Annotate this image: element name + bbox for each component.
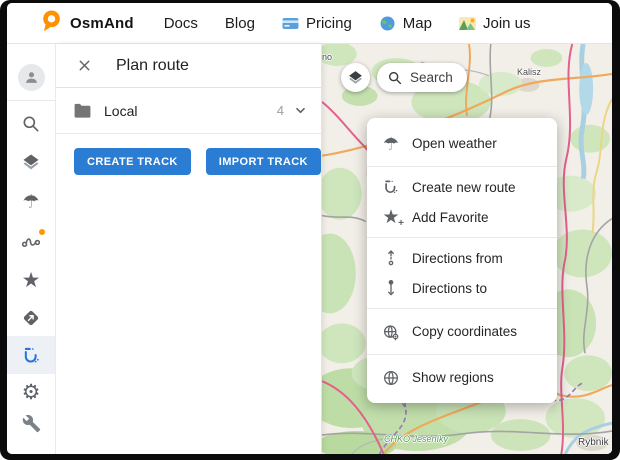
menu-item-directions-from[interactable]: Directions from [367,243,557,273]
map-area[interactable]: Kalisz no CHKO Jeseníky Rybnik Search ☂ … [322,44,612,454]
folder-name: Local [104,103,137,119]
nav-link-label: Blog [225,15,255,32]
content-area: ☂ ★ ⚙ [7,44,612,454]
sidebar-divider [7,100,55,101]
nav-link-map[interactable]: Map [379,15,432,32]
menu-item-directions-to[interactable]: Directions to [367,273,557,303]
nav-link-label: Docs [164,15,198,32]
import-track-button[interactable]: IMPORT TRACK [206,148,321,175]
close-icon[interactable] [72,54,96,78]
umbrella-icon: ☂ [22,193,39,212]
window-frame: OsmAnd Docs Blog Pricing Map Join us [0,0,620,460]
create-track-button[interactable]: CREATE TRACK [74,148,191,175]
plan-route-icon [381,177,401,197]
menu-item-label: Show regions [412,370,494,385]
globe-icon [379,17,396,30]
account-avatar-icon [18,64,45,91]
sidebar-item-tracks[interactable] [7,223,55,261]
folder-count: 4 [277,103,284,118]
sidebar-item-account[interactable] [7,58,55,96]
credit-card-icon [282,17,299,30]
folder-icon [73,103,92,119]
brand[interactable]: OsmAnd [41,9,134,38]
menu-item-label: Add Favorite [412,210,489,225]
globe-pin-icon [381,322,401,342]
sidebar-item-tools[interactable] [7,404,55,442]
sidebar-item-favorites[interactable]: ★ [7,261,55,299]
panel-header: Plan route [56,44,321,88]
panel-title: Plan route [116,57,189,75]
layers-icon [347,69,364,86]
plan-route-panel: Plan route Local 4 CREATE TRACK IMPORT T… [56,44,322,454]
notification-dot [39,229,45,235]
nav-link-docs[interactable]: Docs [164,15,198,32]
map-label-chko-jeseniky: CHKO Jeseníky [384,434,448,444]
menu-item-add-favorite[interactable]: ★ + Add Favorite [367,202,557,232]
nav-link-label: Pricing [306,15,352,32]
sidebar-item-plan-route[interactable] [7,336,55,374]
menu-item-label: Open weather [412,136,497,151]
umbrella-icon: ☂ [381,134,401,154]
nav-link-blog[interactable]: Blog [225,15,255,32]
sidebar-item-search[interactable] [7,105,55,143]
menu-item-label: Directions from [412,251,503,266]
map-search-button[interactable]: Search [377,63,467,92]
park-icon [459,17,476,30]
search-icon [387,70,403,86]
nav-link-label: Map [403,15,432,32]
map-label-clipped-town: no [322,52,332,62]
plan-route-icon [21,345,42,366]
left-sidebar: ☂ ★ ⚙ [7,44,56,454]
menu-item-label: Create new route [412,180,516,195]
navigation-icon [21,308,41,328]
directions-from-icon [381,248,401,268]
app-window: OsmAnd Docs Blog Pricing Map Join us [7,3,612,454]
local-folder-row[interactable]: Local 4 [56,88,321,134]
globe-grid-icon [381,368,401,388]
map-label-kalisz: Kalisz [517,67,541,77]
sidebar-item-navigation[interactable] [7,299,55,337]
sidebar-item-weather[interactable]: ☂ [7,183,55,221]
wrench-icon [22,414,41,433]
nav-link-join-us[interactable]: Join us [459,15,531,32]
nav-link-label: Join us [483,15,531,32]
menu-item-label: Directions to [412,281,487,296]
chevron-down-icon[interactable] [292,102,309,119]
map-layers-button[interactable] [341,63,370,92]
sidebar-item-layers[interactable] [7,143,55,181]
gear-icon: ⚙ [22,382,41,403]
layers-icon [21,152,41,172]
search-label: Search [410,70,453,85]
star-plus-icon: ★ + [381,207,401,227]
track-icon [20,231,42,253]
directions-to-icon [381,278,401,298]
map-label-rybnik: Rybnik [578,437,609,448]
menu-item-copy-coordinates[interactable]: Copy coordinates [367,314,557,349]
menu-item-label: Copy coordinates [412,324,517,339]
star-icon: ★ [22,270,41,291]
top-navbar: OsmAnd Docs Blog Pricing Map Join us [7,3,612,44]
menu-item-create-new-route[interactable]: Create new route [367,172,557,202]
track-buttons-row: CREATE TRACK IMPORT TRACK [74,148,321,175]
search-icon [21,114,41,134]
map-context-menu: ☂ Open weather Create new route ★ [367,118,557,403]
nav-link-pricing[interactable]: Pricing [282,15,352,32]
brand-name: OsmAnd [70,15,134,32]
menu-item-open-weather[interactable]: ☂ Open weather [367,126,557,161]
menu-item-show-regions[interactable]: Show regions [367,360,557,395]
osmand-logo-icon [41,9,62,38]
